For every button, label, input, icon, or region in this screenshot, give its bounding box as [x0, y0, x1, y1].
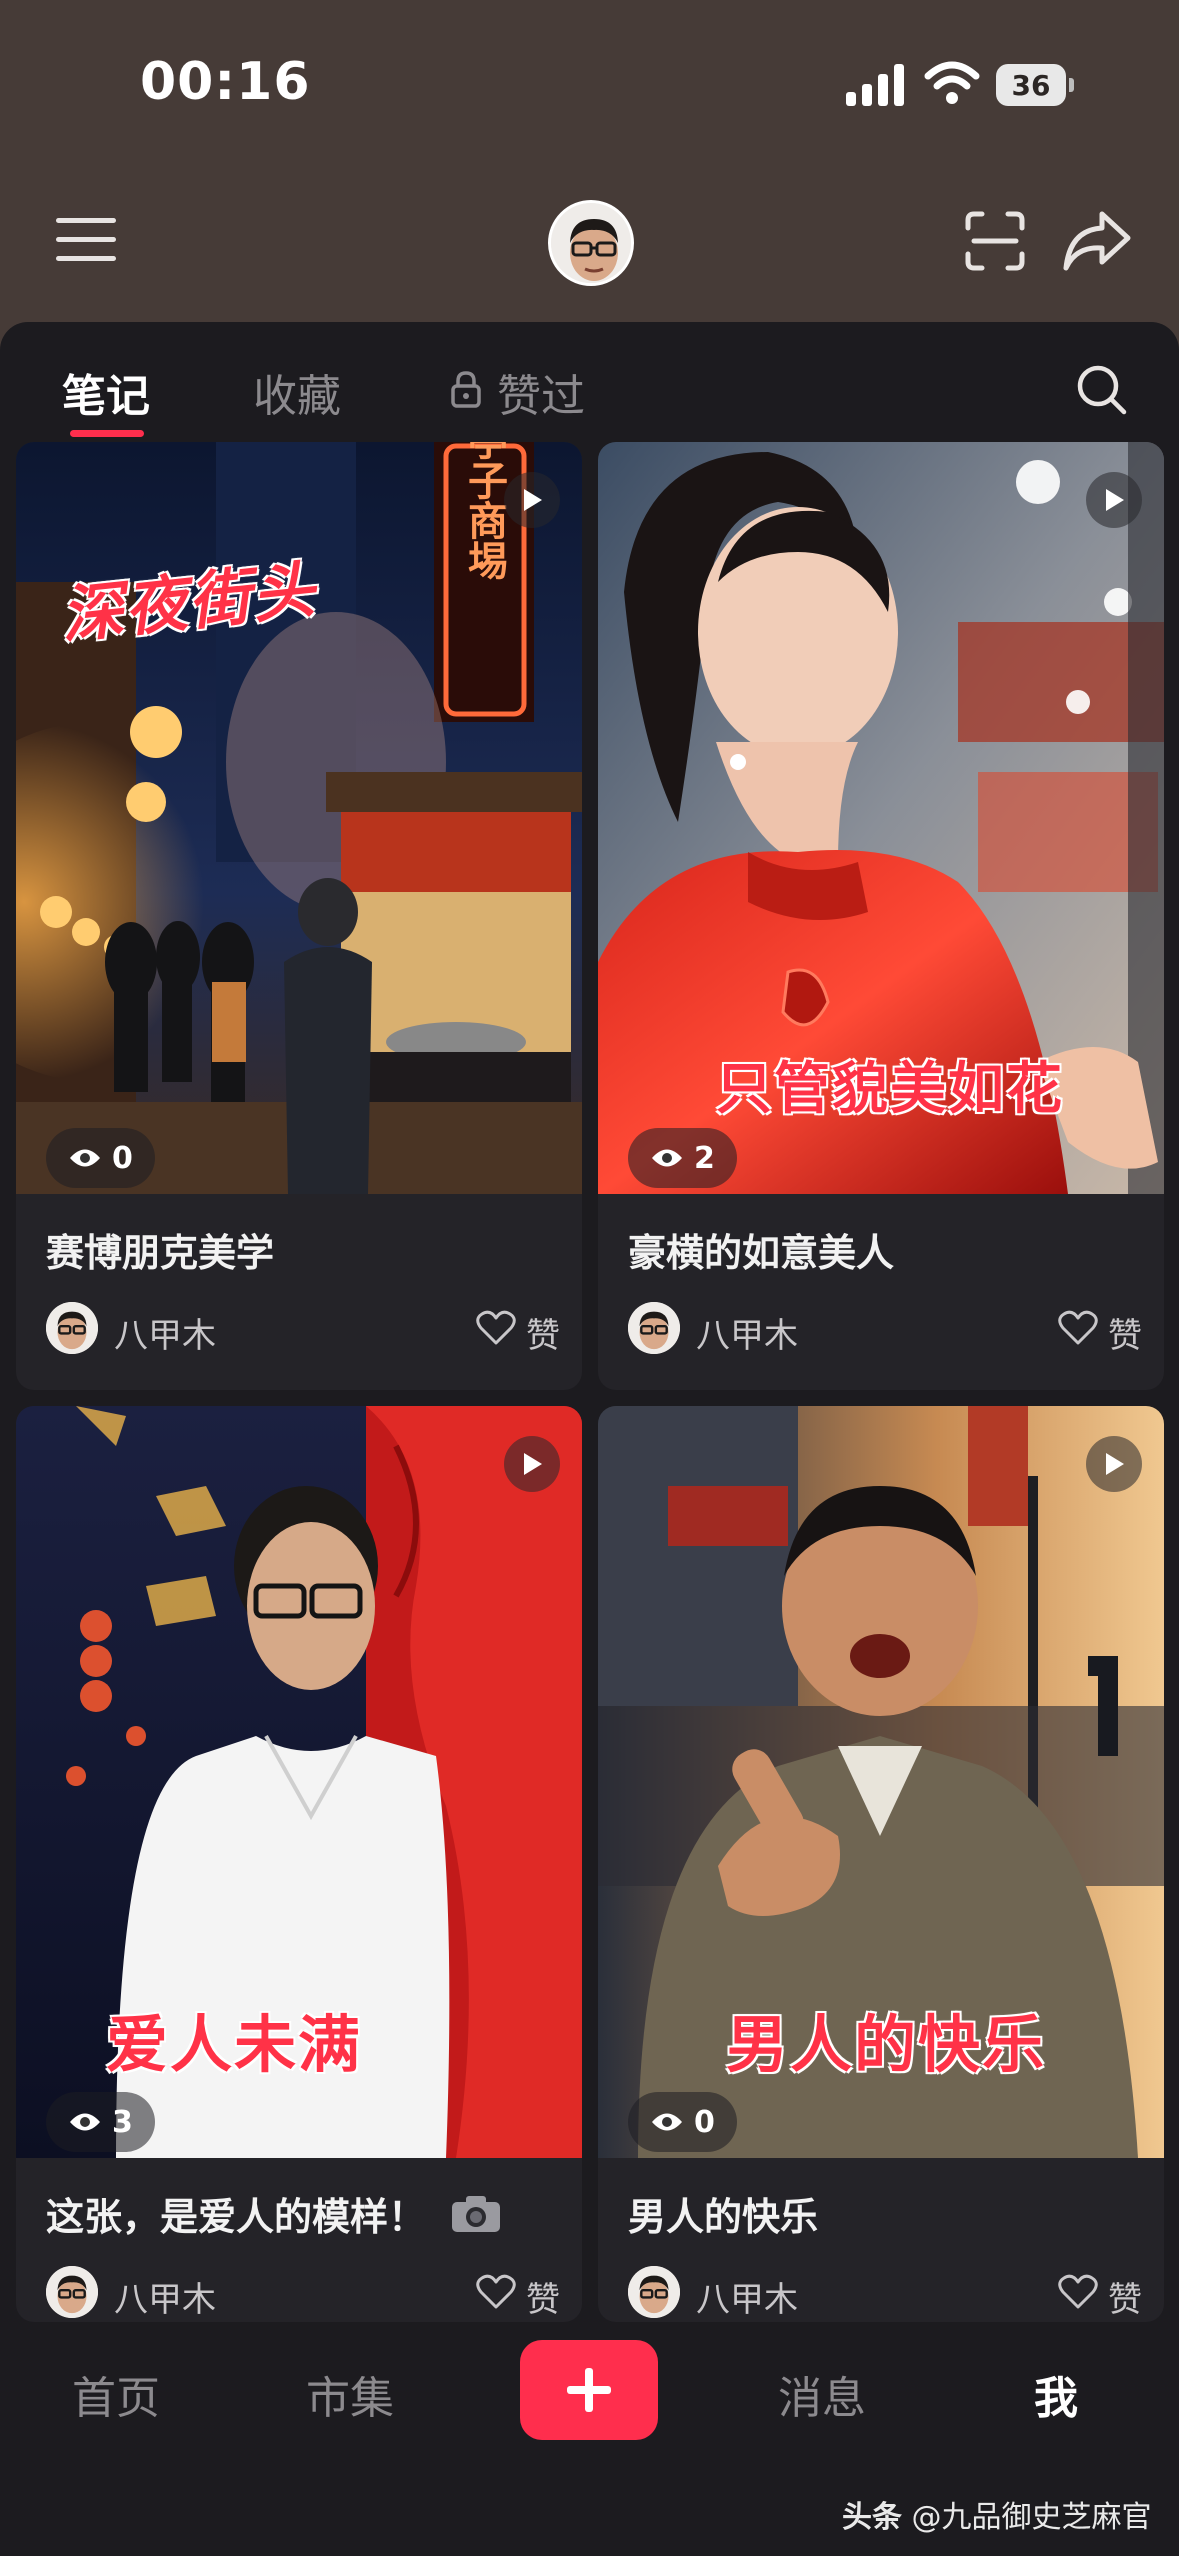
nav-market[interactable]: 市集: [306, 2362, 394, 2426]
eye-icon: [70, 1149, 100, 1167]
watermark-handle: @九品御史芝麻官: [911, 2500, 1152, 2535]
view-count-badge: 0: [628, 2092, 737, 2152]
note-cover-image: 只管貌美如花 2: [598, 442, 1164, 1194]
play-icon: [1086, 1436, 1142, 1492]
note-meta: 八甲木 赞: [46, 1300, 566, 1356]
nav-messages[interactable]: 消息: [778, 2362, 866, 2426]
share-icon[interactable]: [1062, 208, 1132, 272]
battery-level: 36: [996, 64, 1066, 106]
author-avatar[interactable]: [46, 1302, 98, 1354]
author-name[interactable]: 八甲木: [696, 2272, 798, 2321]
note-title-row: 这张，是爱人的模样！: [46, 2186, 502, 2241]
author-avatar[interactable]: [628, 1302, 680, 1354]
watermark-brand: 头条: [842, 2500, 902, 2535]
note-card[interactable]: 亭子商埸 深夜街头 0 赛博朋克美学 八甲木 赞: [16, 442, 582, 1390]
eye-icon: [70, 2113, 100, 2131]
note-cover-image: 亭子商埸 深夜街头 0: [16, 442, 582, 1194]
play-icon: [1086, 472, 1142, 528]
tab-collections[interactable]: 收藏: [253, 360, 341, 424]
view-count: 3: [112, 2104, 133, 2140]
screen: 00:16 36 笔记 收藏 赞过 亭子商埸 深夜街头 0 赛博朋克美学 八甲木…: [0, 0, 1179, 2556]
note-title: 这张，是爱人的模样！: [46, 2195, 427, 2239]
battery-indicator: 36: [996, 64, 1074, 106]
view-count: 0: [694, 2104, 715, 2140]
view-count-badge: 2: [628, 1128, 737, 1188]
note-cover-image: 男人的快乐 0: [598, 1406, 1164, 2158]
watermark: 头条 @九品御史芝麻官: [842, 2492, 1152, 2536]
play-icon: [504, 472, 560, 528]
author-name[interactable]: 八甲木: [114, 1308, 216, 1357]
cover-overlay-text: 只管貌美如花: [716, 1057, 1064, 1122]
note-meta: 八甲木 赞: [628, 2264, 1148, 2320]
like-label[interactable]: 赞: [526, 1308, 560, 1357]
profile-tabs: 笔记 收藏 赞过: [0, 322, 1179, 442]
wifi-icon: [924, 61, 980, 104]
note-title: 赛博朋克美学: [46, 1231, 275, 1275]
like-label[interactable]: 赞: [526, 2272, 560, 2321]
menu-icon[interactable]: [56, 218, 116, 266]
note-cover-image: 爱人未满 3: [16, 1406, 582, 2158]
author-avatar[interactable]: [46, 2266, 98, 2318]
view-count: 0: [112, 1140, 133, 1176]
author-name[interactable]: 八甲木: [114, 2272, 216, 2321]
status-time: 00:16: [140, 52, 311, 112]
lock-icon: [451, 371, 481, 408]
eye-icon: [652, 2113, 682, 2131]
publish-button[interactable]: [520, 2340, 658, 2440]
author-name[interactable]: 八甲木: [696, 1308, 798, 1357]
camera-icon: [452, 2195, 501, 2232]
heart-icon[interactable]: [1058, 1310, 1098, 1346]
note-meta: 八甲木 赞: [628, 1300, 1148, 1356]
eye-icon: [652, 1149, 682, 1167]
nav-me[interactable]: 我: [1034, 2362, 1078, 2426]
cover-overlay-text: 男人的快乐: [726, 2008, 1047, 2081]
tab-active-indicator: [70, 430, 144, 437]
view-count: 2: [694, 1140, 715, 1176]
heart-icon[interactable]: [476, 1310, 516, 1346]
view-count-badge: 3: [46, 2092, 155, 2152]
plus-icon: [567, 2368, 611, 2412]
heart-icon[interactable]: [476, 2274, 516, 2310]
battery-cap: [1069, 78, 1074, 92]
view-count-badge: 0: [46, 1128, 155, 1188]
scan-icon[interactable]: [964, 210, 1026, 272]
sign-text: 亭子商埸: [461, 442, 508, 580]
signal-icon: [846, 64, 904, 106]
tab-notes[interactable]: 笔记: [62, 360, 150, 424]
tab-liked[interactable]: 赞过: [497, 360, 585, 424]
cover-overlay-text: 爱人未满: [106, 2008, 363, 2081]
like-label[interactable]: 赞: [1108, 1308, 1142, 1357]
heart-icon[interactable]: [1058, 2274, 1098, 2310]
note-title: 豪横的如意美人: [628, 1231, 895, 1275]
note-meta: 八甲木 赞: [46, 2264, 566, 2320]
play-icon: [504, 1436, 560, 1492]
search-icon[interactable]: [1074, 362, 1128, 416]
author-avatar[interactable]: [628, 2266, 680, 2318]
note-card[interactable]: 男人的快乐 0 男人的快乐 八甲木 赞: [598, 1406, 1164, 2322]
note-card[interactable]: 爱人未满 3 这张，是爱人的模样！ 八甲木 赞: [16, 1406, 582, 2322]
nav-home[interactable]: 首页: [72, 2362, 160, 2426]
avatar[interactable]: [548, 200, 634, 286]
note-title: 男人的快乐: [628, 2195, 819, 2239]
note-card[interactable]: 只管貌美如花 2 豪横的如意美人 八甲木 赞: [598, 442, 1164, 1390]
like-label[interactable]: 赞: [1108, 2272, 1142, 2321]
